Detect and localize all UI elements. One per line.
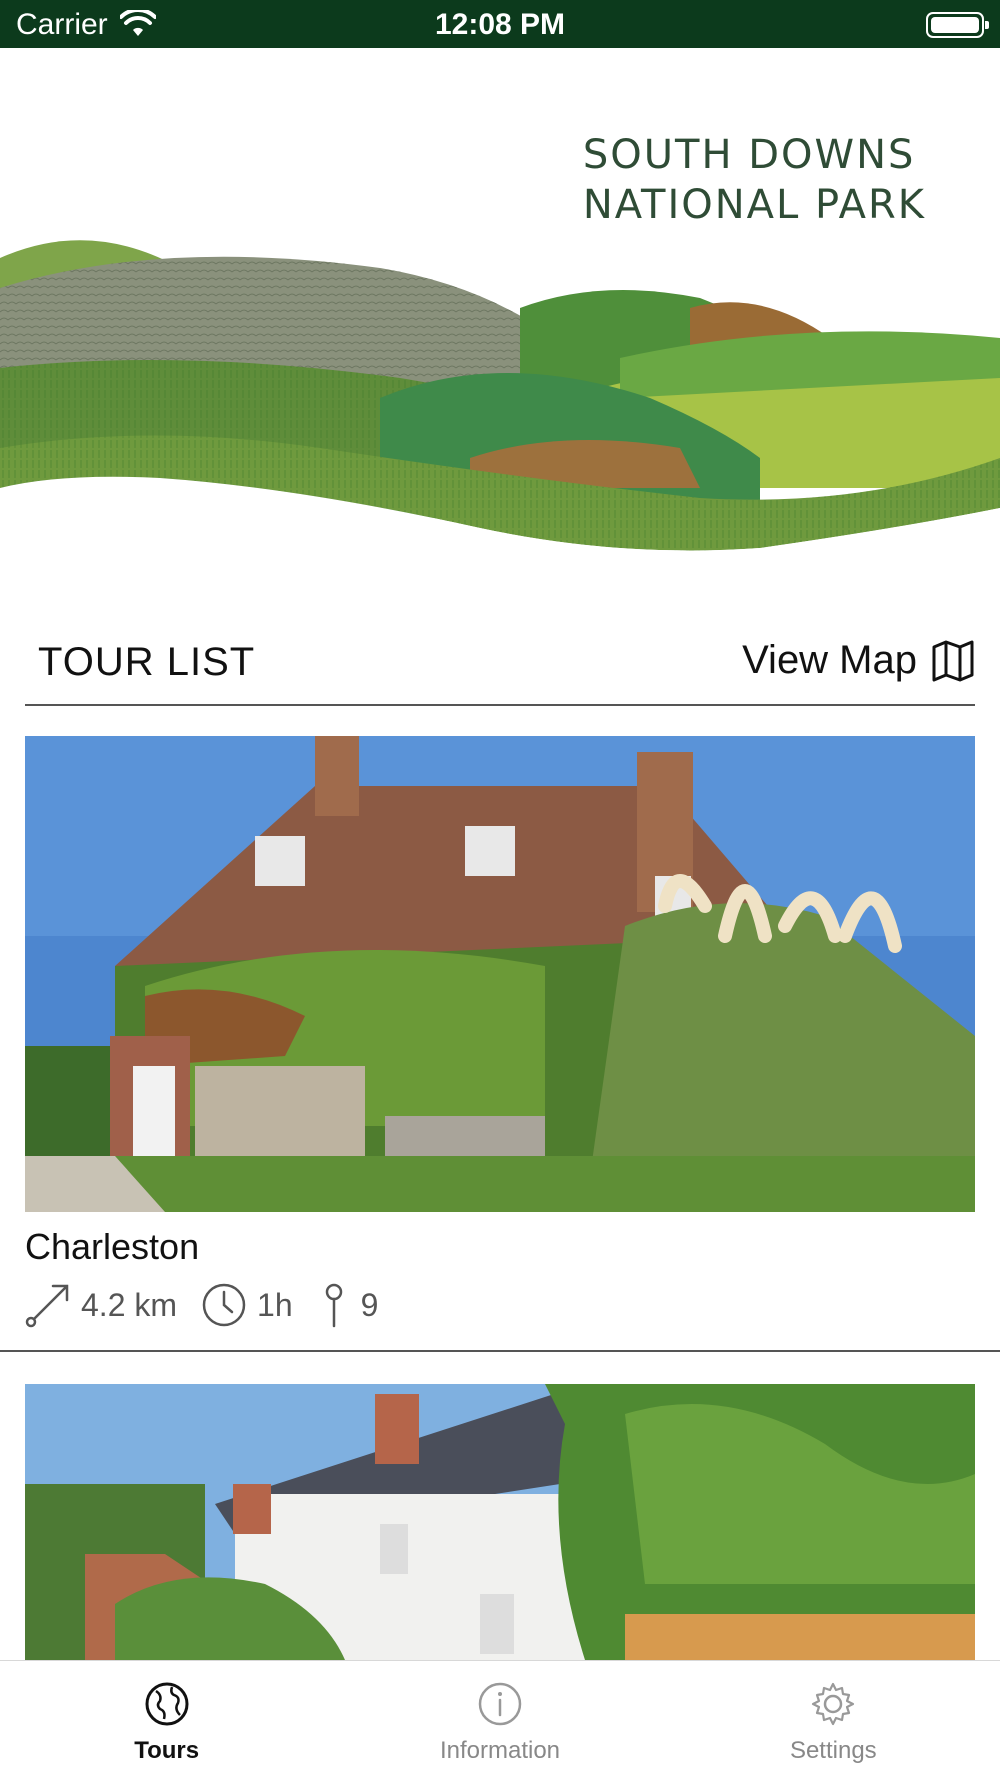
distance-text: 4.2 km: [81, 1286, 178, 1323]
info-icon: [478, 1682, 522, 1726]
tab-tours[interactable]: Tours: [0, 1661, 333, 1778]
battery-icon: [926, 12, 989, 38]
gear-icon: [812, 1682, 855, 1726]
tour-name: Charleston: [25, 1226, 200, 1267]
tour-meta: 4.2 km 1h 9: [25, 1282, 402, 1328]
tour-list-title: TOUR LIST: [38, 640, 256, 684]
tour-image-charleston[interactable]: [25, 736, 975, 1212]
view-map-button[interactable]: View Map: [742, 638, 975, 683]
tab-settings-label: Settings: [789, 1737, 877, 1764]
tab-settings[interactable]: Settings: [667, 1661, 1000, 1778]
view-map-label: View Map: [742, 638, 917, 682]
tour-list-header: TOUR LIST View Map: [25, 630, 975, 706]
header-banner: SOUTH DOWNS NATIONAL PARK: [0, 48, 1000, 608]
pin-icon: [325, 1283, 342, 1328]
status-bar: Carrier 12:08 PM: [0, 0, 1000, 48]
brand-line-1: SOUTH DOWNS: [582, 132, 916, 178]
clock-icon: [202, 1283, 246, 1327]
distance-info: 4.2 km: [25, 1282, 177, 1328]
stops-text: 9: [360, 1286, 379, 1323]
stops-info: 9: [317, 1282, 379, 1328]
duration-info: 1h: [201, 1282, 293, 1328]
distance-icon: [25, 1284, 69, 1328]
map-icon: [932, 640, 974, 681]
tab-information[interactable]: Information: [333, 1661, 666, 1778]
tab-tours-label: Tours: [134, 1737, 200, 1764]
brand-line-2: NATIONAL PARK: [582, 182, 926, 228]
card-divider: [0, 1350, 1000, 1352]
park-logo-text: SOUTH DOWNS NATIONAL PARK: [583, 130, 926, 230]
landscape-illustration: [0, 240, 1000, 608]
status-time: 12:08 PM: [434, 8, 566, 41]
tab-information-label: Information: [439, 1737, 561, 1764]
tab-bar: Tours Information Settings: [0, 1660, 1000, 1778]
tour-image-second[interactable]: [25, 1384, 975, 1660]
globe-icon: [145, 1682, 189, 1726]
duration-text: 1h: [257, 1286, 293, 1323]
